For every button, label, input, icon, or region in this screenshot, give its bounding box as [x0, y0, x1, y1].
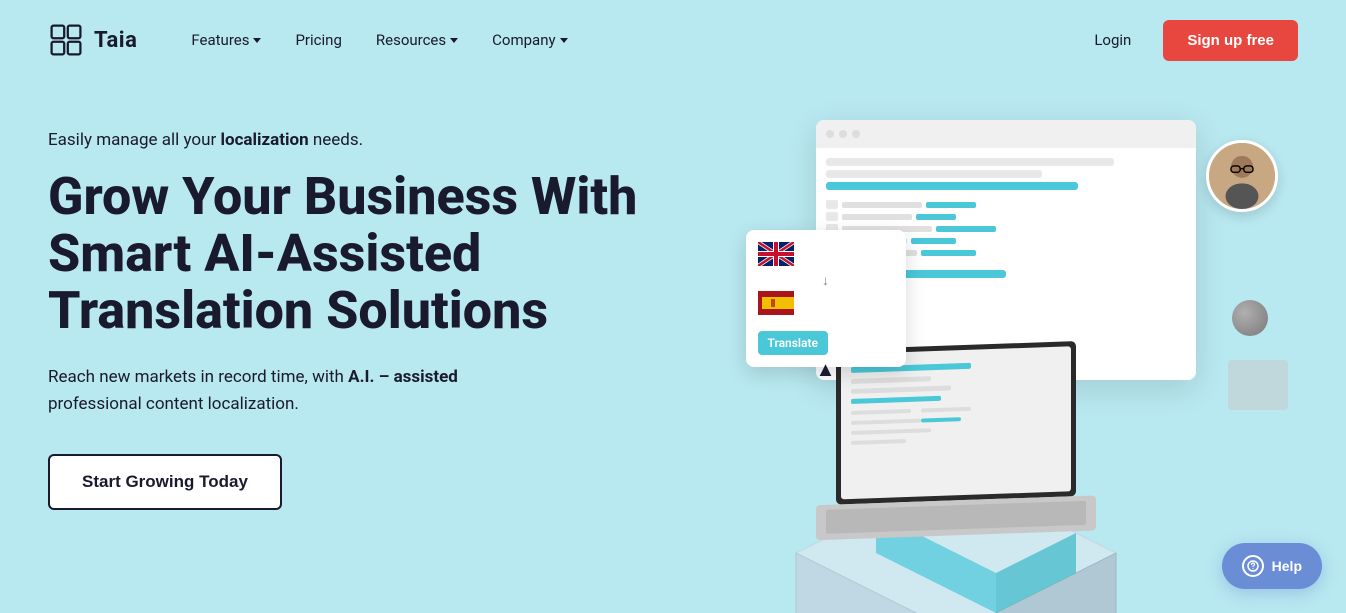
navbar: Taia Features Pricing Resources Company … [0, 0, 1346, 80]
brand-name: Taia [94, 28, 137, 53]
nav-features[interactable]: Features [177, 23, 275, 57]
signup-button[interactable]: Sign up free [1163, 20, 1298, 61]
hero-subtitle: Easily manage all your localization need… [48, 130, 736, 150]
chevron-down-icon [253, 38, 261, 43]
hero-left: Easily manage all your localization need… [48, 100, 736, 510]
hero-right: ↓ Translate ▲ [736, 100, 1299, 613]
chevron-down-icon [450, 38, 458, 43]
nav-pricing[interactable]: Pricing [281, 23, 355, 57]
cta-button[interactable]: Start Growing Today [48, 454, 282, 510]
spain-flag-icon [758, 291, 794, 315]
arrow-down-icon: ↓ [758, 272, 894, 289]
hero-description: Reach new markets in record time, with A… [48, 364, 548, 418]
hero-section: Easily manage all your localization need… [0, 80, 1346, 613]
browser-dot-2 [839, 130, 847, 138]
translate-popup: ↓ Translate ▲ [746, 230, 906, 367]
help-icon [1242, 555, 1264, 577]
logo[interactable]: Taia [48, 22, 137, 58]
cursor-icon: ▲ [816, 357, 836, 382]
browser-dot-3 [852, 130, 860, 138]
nav-resources[interactable]: Resources [362, 23, 472, 57]
browser-bar [816, 120, 1196, 148]
login-button[interactable]: Login [1078, 23, 1147, 57]
nav-right: Login Sign up free [1078, 20, 1298, 61]
decorative-rectangle [1228, 360, 1288, 410]
avatar-person [1209, 143, 1275, 209]
translate-button[interactable]: Translate [758, 331, 828, 355]
logo-icon [48, 22, 84, 58]
decorative-sphere [1232, 300, 1268, 336]
uk-flag-icon [758, 242, 794, 266]
browser-dot-1 [826, 130, 834, 138]
avatar [1206, 140, 1278, 212]
nav-links: Features Pricing Resources Company [177, 23, 1078, 57]
nav-company[interactable]: Company [478, 23, 581, 57]
help-button[interactable]: Help [1222, 543, 1322, 589]
chevron-down-icon [560, 38, 568, 43]
hero-title: Grow Your Business With Smart AI-Assiste… [48, 168, 736, 340]
